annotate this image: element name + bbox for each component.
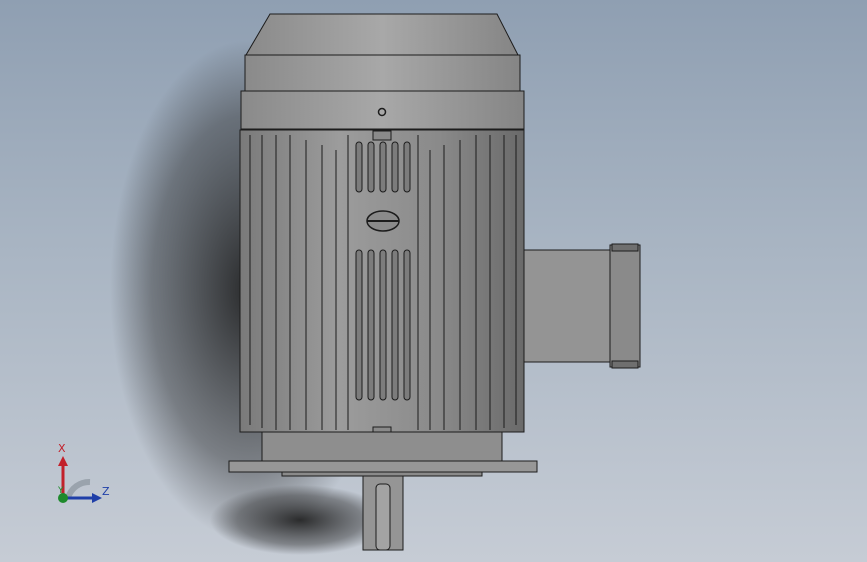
x-axis-label: X — [58, 442, 66, 455]
flange-spigot — [281, 471, 483, 477]
terminal-box[interactable] — [512, 249, 614, 363]
y-axis-label: Y — [58, 486, 64, 496]
terminal-box-lid[interactable] — [609, 244, 641, 368]
z-axis-head-icon — [92, 493, 102, 503]
top-lug — [372, 130, 392, 141]
z-axis-label: Z — [102, 485, 110, 498]
terminal-bolt-bottom — [611, 360, 639, 369]
shaft-key — [375, 483, 391, 551]
triad-arc — [65, 479, 91, 500]
rotation-arrow-icon — [366, 210, 400, 232]
x-axis-head-icon — [58, 456, 68, 466]
mounting-flange[interactable] — [228, 460, 538, 473]
cowl-band[interactable] — [244, 54, 521, 92]
cowl-ring[interactable] — [240, 90, 525, 130]
orientation-triad[interactable]: X Z Y — [40, 440, 120, 520]
3d-viewport[interactable]: X Z Y — [0, 0, 867, 562]
flange-neck[interactable] — [261, 431, 503, 463]
terminal-bolt-top — [611, 243, 639, 252]
motor-model[interactable] — [0, 0, 867, 562]
fan-cowl[interactable] — [245, 13, 519, 56]
